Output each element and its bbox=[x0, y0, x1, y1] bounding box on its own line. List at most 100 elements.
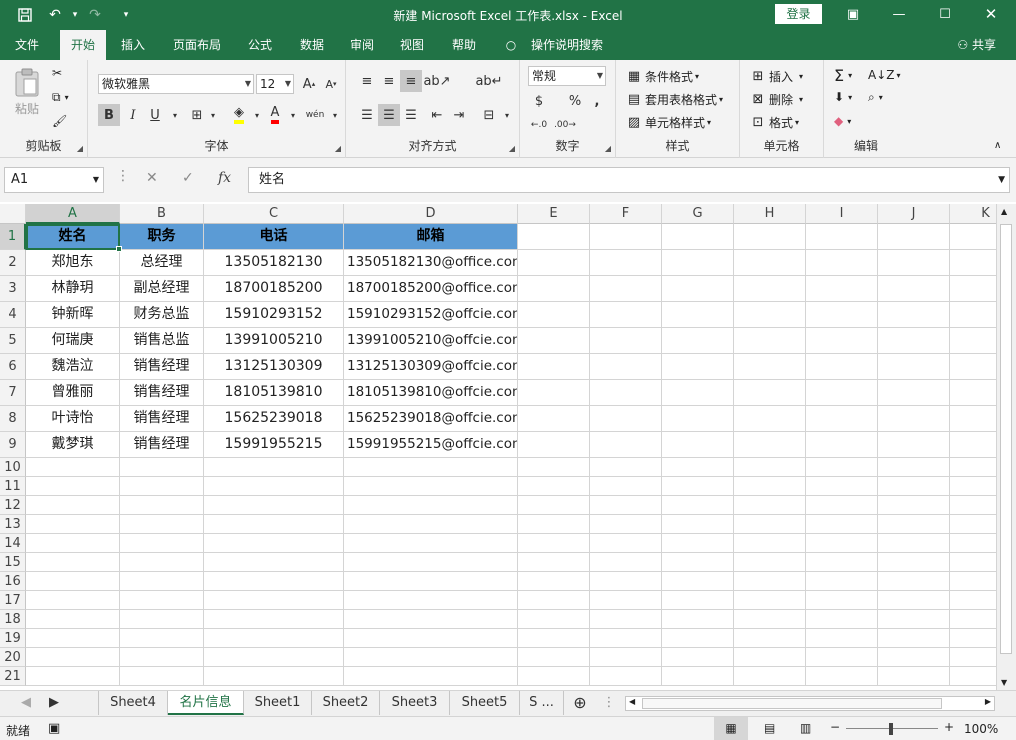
table-cell[interactable] bbox=[878, 572, 950, 591]
zoom-out-icon[interactable]: − bbox=[830, 720, 840, 734]
table-cell[interactable] bbox=[590, 302, 662, 328]
insert-cells-button[interactable]: ⊞ 插入 ▾ bbox=[750, 68, 803, 85]
scroll-thumb[interactable] bbox=[1000, 224, 1012, 654]
row-header-2[interactable]: 2 bbox=[0, 250, 26, 276]
table-cell[interactable] bbox=[806, 477, 878, 496]
minimize-icon[interactable]: — bbox=[884, 3, 914, 25]
table-cell[interactable] bbox=[518, 328, 590, 354]
table-cell[interactable] bbox=[344, 477, 518, 496]
table-cell[interactable] bbox=[950, 458, 996, 477]
share-button[interactable]: ⚇ 共享 bbox=[957, 30, 996, 60]
row-header-1[interactable]: 1 bbox=[0, 224, 26, 250]
table-cell[interactable]: 叶诗怡 bbox=[26, 406, 120, 432]
sort-filter-icon[interactable]: A↓Z ▾ bbox=[868, 68, 901, 82]
table-cell[interactable] bbox=[734, 354, 806, 380]
decrease-font-icon[interactable]: A ▾ bbox=[320, 73, 342, 95]
table-cell[interactable]: 15910293152@offcie.com bbox=[344, 302, 518, 328]
sheet-tab[interactable]: Sheet5 bbox=[450, 691, 520, 715]
table-cell[interactable] bbox=[662, 667, 734, 686]
column-header-i[interactable]: I bbox=[806, 204, 878, 224]
table-cell[interactable] bbox=[590, 477, 662, 496]
table-cell[interactable] bbox=[26, 610, 120, 629]
table-cell[interactable]: 副总经理 bbox=[120, 276, 204, 302]
table-cell[interactable] bbox=[950, 629, 996, 648]
table-cell[interactable] bbox=[26, 477, 120, 496]
table-cell[interactable] bbox=[734, 302, 806, 328]
table-cell[interactable] bbox=[878, 477, 950, 496]
table-cell[interactable] bbox=[734, 380, 806, 406]
table-cell[interactable]: 销售经理 bbox=[120, 354, 204, 380]
table-cell[interactable] bbox=[878, 458, 950, 477]
autosum-icon[interactable]: Σ ▾ bbox=[834, 66, 852, 85]
table-cell[interactable]: 何瑞庚 bbox=[26, 328, 120, 354]
table-cell[interactable] bbox=[120, 458, 204, 477]
table-cell[interactable] bbox=[806, 572, 878, 591]
table-cell[interactable] bbox=[878, 629, 950, 648]
middle-align-icon[interactable]: ≡ bbox=[378, 70, 400, 92]
table-cell[interactable]: 总经理 bbox=[120, 250, 204, 276]
table-cell[interactable] bbox=[590, 380, 662, 406]
top-align-icon[interactable]: ≡ bbox=[356, 70, 378, 92]
table-cell[interactable] bbox=[590, 406, 662, 432]
table-cell[interactable] bbox=[662, 610, 734, 629]
table-cell[interactable] bbox=[878, 610, 950, 629]
table-cell[interactable] bbox=[26, 553, 120, 572]
table-cell[interactable] bbox=[26, 496, 120, 515]
tab-formulas[interactable]: 公式 bbox=[240, 30, 280, 60]
column-header-f[interactable]: F bbox=[590, 204, 662, 224]
scroll-right-icon[interactable]: ▶ bbox=[985, 697, 991, 706]
tab-data[interactable]: 数据 bbox=[292, 30, 332, 60]
table-cell[interactable] bbox=[878, 648, 950, 667]
table-cell[interactable] bbox=[734, 432, 806, 458]
phonetic-dropdown-icon[interactable]: ▾ bbox=[324, 104, 346, 126]
table-cell[interactable] bbox=[590, 496, 662, 515]
table-cell[interactable] bbox=[518, 477, 590, 496]
row-header-6[interactable]: 6 bbox=[0, 354, 26, 380]
delete-cells-button[interactable]: ⊠ 删除 ▾ bbox=[750, 91, 803, 108]
column-header-c[interactable]: C bbox=[204, 204, 344, 224]
table-cell[interactable] bbox=[590, 648, 662, 667]
table-cell[interactable] bbox=[590, 534, 662, 553]
table-cell[interactable] bbox=[878, 534, 950, 553]
table-cell[interactable]: 13125130309@offcie.com bbox=[344, 354, 518, 380]
table-cell[interactable] bbox=[26, 591, 120, 610]
table-cell[interactable]: 15910293152 bbox=[204, 302, 344, 328]
table-cell[interactable] bbox=[950, 591, 996, 610]
table-cell[interactable] bbox=[344, 629, 518, 648]
table-cell[interactable] bbox=[204, 496, 344, 515]
table-cell[interactable] bbox=[950, 553, 996, 572]
table-cell[interactable] bbox=[518, 458, 590, 477]
table-cell[interactable] bbox=[878, 496, 950, 515]
table-cell[interactable]: 18105139810 bbox=[204, 380, 344, 406]
paste-button[interactable]: 粘贴 bbox=[10, 68, 44, 117]
table-cell[interactable] bbox=[204, 667, 344, 686]
table-cell[interactable] bbox=[950, 610, 996, 629]
table-cell[interactable] bbox=[734, 276, 806, 302]
table-cell[interactable] bbox=[344, 515, 518, 534]
table-cell[interactable] bbox=[26, 572, 120, 591]
font-name-combo[interactable]: 微软雅黑 ▼ bbox=[98, 74, 254, 94]
table-cell[interactable]: 销售经理 bbox=[120, 406, 204, 432]
row-header-16[interactable]: 16 bbox=[0, 572, 26, 591]
table-cell[interactable] bbox=[518, 224, 590, 250]
table-cell[interactable] bbox=[878, 515, 950, 534]
zoom-level[interactable]: 100% bbox=[964, 722, 998, 736]
table-cell[interactable] bbox=[204, 553, 344, 572]
column-header-b[interactable]: B bbox=[120, 204, 204, 224]
table-cell[interactable] bbox=[878, 302, 950, 328]
wrap-text-icon[interactable]: ab↵ bbox=[475, 70, 502, 92]
table-cell[interactable] bbox=[878, 432, 950, 458]
table-cell[interactable] bbox=[26, 648, 120, 667]
bottom-align-icon[interactable]: ≡ bbox=[400, 70, 422, 92]
table-cell[interactable] bbox=[26, 629, 120, 648]
font-color-dropdown-icon[interactable]: ▾ bbox=[282, 104, 304, 126]
table-cell[interactable] bbox=[662, 534, 734, 553]
bold-button[interactable]: B bbox=[98, 104, 120, 126]
table-cell[interactable] bbox=[120, 572, 204, 591]
macro-record-icon[interactable]: ▣ bbox=[48, 721, 60, 736]
merge-dropdown-icon[interactable]: ▾ bbox=[496, 104, 518, 126]
table-cell[interactable] bbox=[518, 515, 590, 534]
align-left-icon[interactable]: ☰ bbox=[356, 104, 378, 126]
row-header-5[interactable]: 5 bbox=[0, 328, 26, 354]
row-header-12[interactable]: 12 bbox=[0, 496, 26, 515]
